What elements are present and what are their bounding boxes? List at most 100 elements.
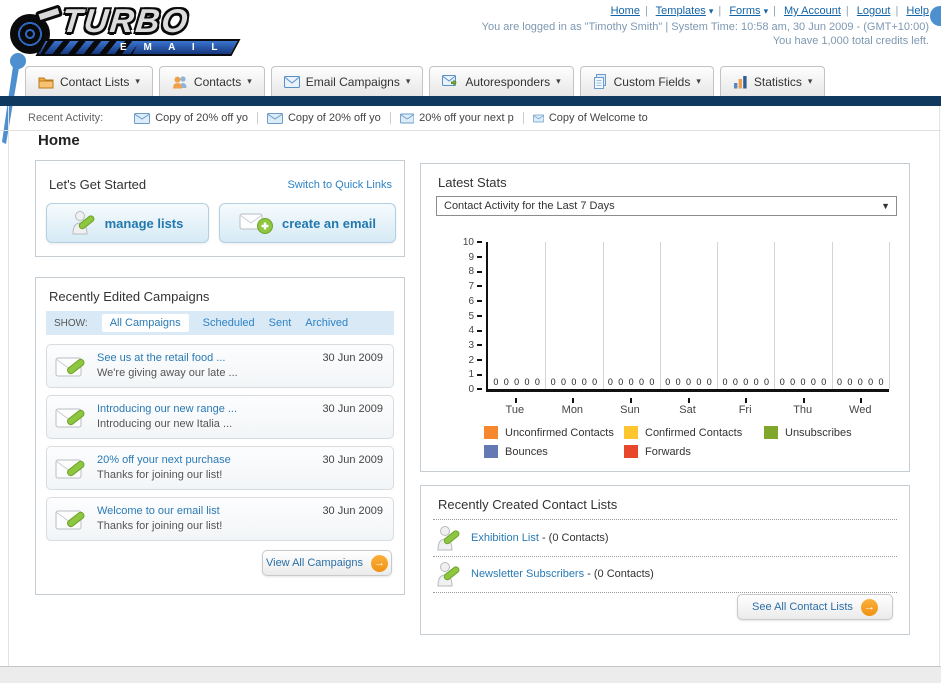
manage-lists-label: manage lists [104, 215, 184, 231]
recent-activity-item[interactable]: Copy of 20% off yo [125, 112, 258, 124]
view-all-campaigns-button[interactable]: View All Campaigns → [262, 550, 392, 576]
filter-archived[interactable]: Archived [305, 317, 348, 329]
campaign-subtitle: Thanks for joining our list! [97, 520, 223, 532]
see-all-contact-lists-button[interactable]: See All Contact Lists → [737, 594, 893, 620]
switch-to-quick-links[interactable]: Switch to Quick Links [287, 179, 392, 191]
manage-lists-button[interactable]: manage lists [46, 203, 209, 243]
nav-link-templates[interactable]: Templates [656, 5, 706, 17]
tab-custom-fields[interactable]: Custom Fields ▾ [579, 66, 714, 96]
recently-created-contact-lists-panel: Recently Created Contact Lists Exhibitio… [420, 485, 910, 635]
gridline [602, 242, 604, 389]
campaign-row[interactable]: See us at the retail food ... We're givi… [46, 344, 394, 388]
chart-day-group: 00000 [717, 242, 774, 389]
campaign-title-link[interactable]: See us at the retail food ... [97, 352, 225, 364]
legend-label: Unconfirmed Contacts [505, 426, 614, 439]
nav-link-my-account[interactable]: My Account [784, 5, 841, 17]
recent-activity-item[interactable]: Copy of 20% off yo [258, 112, 391, 124]
arrow-right-icon: → [371, 554, 388, 572]
nav-link-logout[interactable]: Logout [857, 5, 891, 17]
nav-link-home[interactable]: Home [611, 5, 640, 17]
y-axis-tick: 1 [442, 369, 482, 380]
tab-label: Autoresponders [465, 74, 551, 89]
campaign-row[interactable]: 20% off your next purchase Thanks for jo… [46, 446, 394, 490]
envelope-pencil-icon [55, 459, 85, 479]
tab-contact-lists[interactable]: Contact Lists ▾ [25, 66, 153, 96]
filter-all-campaigns[interactable]: All Campaigns [101, 314, 189, 332]
separator: | [773, 5, 776, 17]
data-value-label: 0 [628, 377, 634, 387]
data-value-label: 0 [790, 377, 796, 387]
envelope-icon [134, 112, 151, 124]
chart-legend: Unconfirmed Contacts Confirmed Contacts Un… [484, 426, 904, 458]
caret-down-icon: ▾ [247, 76, 252, 86]
tab-email-campaigns[interactable]: Email Campaigns ▾ [270, 66, 424, 96]
campaign-row[interactable]: Welcome to our email list Thanks for joi… [46, 497, 394, 541]
data-value-label: 0 [878, 377, 884, 387]
contact-list-link[interactable]: Newsletter Subscribers - (0 Contacts) [471, 568, 654, 580]
x-axis-label: Thu [774, 397, 832, 416]
tab-autoresponders[interactable]: Autoresponders ▾ [429, 66, 574, 96]
data-value-label: 0 [868, 377, 874, 387]
data-value-label: 0 [685, 377, 691, 387]
legend-item: Confirmed Contacts [624, 426, 764, 439]
filter-sent[interactable]: Sent [269, 317, 292, 329]
filter-scheduled[interactable]: Scheduled [203, 317, 255, 329]
logo-subtitle: E M A I L [119, 42, 224, 53]
recent-activity-item[interactable]: Copy of Welcome to [524, 112, 657, 124]
data-value-label: 0 [837, 377, 843, 387]
campaign-title-link[interactable]: 20% off your next purchase [97, 454, 231, 466]
activity-item-label: Copy of 20% off yo [155, 112, 248, 124]
data-value-label: 0 [503, 377, 509, 387]
page-title: Home [38, 132, 80, 149]
recently-edited-campaigns-panel: Recently Edited Campaigns SHOW: All Camp… [35, 277, 405, 595]
legend-swatch [484, 445, 498, 458]
get-started-title: Let's Get Started [49, 177, 147, 192]
contact-list-row[interactable]: Newsletter Subscribers - (0 Contacts) [437, 560, 897, 590]
login-status-text: You are logged in as "Timothy Smith" | S… [481, 21, 929, 33]
data-value-label: 0 [800, 377, 806, 387]
callout-dot-right [930, 6, 941, 26]
envelope-icon [266, 112, 283, 124]
legend-swatch [624, 445, 638, 458]
envelope-pencil-icon [55, 408, 85, 428]
separator: | [644, 5, 648, 17]
campaign-row[interactable]: Introducing our new range ... Introducin… [46, 395, 394, 439]
data-value-label: 0 [561, 377, 567, 387]
autoresponders-icon [442, 74, 458, 86]
data-value-label: 0 [665, 377, 671, 387]
campaign-title-link[interactable]: Welcome to our email list [97, 505, 220, 517]
data-value-label: 0 [571, 377, 577, 387]
chart-plot: 00000000000000000000000000000000000 0123… [463, 237, 890, 395]
chart-x-labels: Tue Mon Sun Sat Fri Thu Wed [486, 397, 889, 416]
nav-link-help[interactable]: Help [906, 5, 929, 17]
y-axis-tick: 6 [442, 296, 482, 307]
data-value-label: 0 [732, 377, 738, 387]
caret-down-icon: ▾ [135, 76, 140, 86]
contact-list-count: - (0 Contacts) [541, 532, 609, 544]
footer-strip [0, 666, 941, 683]
x-axis-label: Mon [544, 397, 602, 416]
nav-link-forms[interactable]: Forms [729, 5, 760, 17]
contact-list-link[interactable]: Exhibition List - (0 Contacts) [471, 532, 609, 544]
campaign-date: 30 Jun 2009 [322, 505, 383, 517]
stats-report-dropdown[interactable]: Contact Activity for the Last 7 Days ▼ [436, 196, 897, 216]
recent-activity-item[interactable]: 20% off your next p [391, 112, 524, 124]
gridline [774, 242, 776, 389]
contact-list-row[interactable]: Exhibition List - (0 Contacts) [437, 524, 897, 554]
contact-list-name: Exhibition List [471, 532, 539, 544]
credits-text: You have 1,000 total credits left. [772, 35, 929, 47]
gridline [889, 242, 890, 389]
email-campaigns-icon [283, 75, 300, 88]
separator: | [895, 5, 899, 17]
legend-swatch [624, 426, 638, 439]
x-axis-label: Wed [831, 397, 889, 416]
tab-contacts[interactable]: Contacts ▾ [158, 66, 265, 96]
legend-item: Unconfirmed Contacts [484, 426, 624, 439]
x-axis-label: Tue [486, 397, 544, 416]
campaign-title-link[interactable]: Introducing our new range ... [97, 403, 237, 415]
tab-statistics[interactable]: Statistics ▾ [719, 66, 826, 96]
create-an-email-button[interactable]: create an email [219, 203, 396, 243]
tab-label: Custom Fields [613, 74, 691, 89]
stats-dropdown-value: Contact Activity for the Last 7 Days [444, 200, 615, 212]
legend-swatch [484, 426, 498, 439]
